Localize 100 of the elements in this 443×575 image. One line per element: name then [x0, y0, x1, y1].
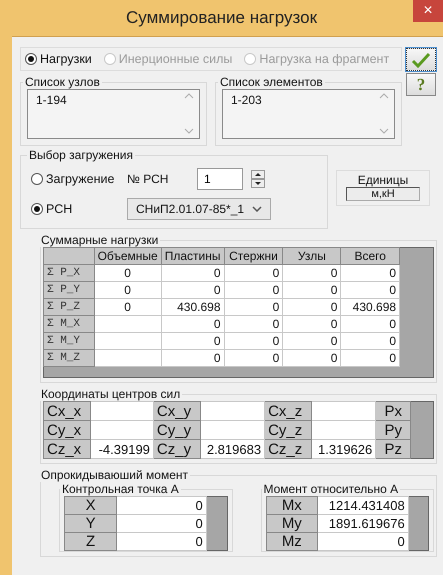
option-label: Нагрузка на фрагмент	[259, 52, 390, 66]
window-title: Суммирование нагрузок	[126, 8, 318, 28]
table-cell: 0	[340, 316, 400, 332]
check-icon	[411, 52, 431, 68]
table-cell	[200, 420, 265, 440]
table-cell: 1214.431408	[318, 496, 408, 514]
table-cell	[311, 402, 376, 420]
table-cell: 1891.619676	[318, 514, 408, 532]
column-header: Узлы	[282, 248, 341, 264]
help-button[interactable]: ?	[406, 73, 436, 96]
group-label: Координаты центров сил	[41, 387, 180, 401]
table-cell: 0	[224, 332, 283, 350]
option-label: РСН	[46, 202, 72, 216]
table-cell: 0	[116, 532, 206, 550]
row-header: Cy_y	[153, 420, 200, 440]
table-cell: 0	[340, 332, 400, 350]
row-header: Σ P_Z	[44, 298, 94, 316]
table-cell: 2.819683	[200, 440, 265, 458]
table-cell: 0	[116, 496, 206, 514]
row-header: Σ M_Z	[44, 350, 94, 366]
table-cell	[90, 402, 154, 420]
table-cell: 1.319626	[311, 440, 376, 458]
radio-button[interactable]	[31, 173, 43, 185]
row-header: My	[266, 514, 318, 532]
row-header: Cx_z	[264, 402, 312, 420]
units-field: м,кН	[346, 187, 420, 201]
header-cell	[44, 248, 94, 264]
table-cell	[200, 402, 265, 420]
row-header: Cx_x	[44, 402, 90, 420]
table-cell: 0	[282, 350, 341, 366]
row-header: Cz_z	[264, 440, 312, 458]
row-header: Cx_y	[153, 402, 200, 420]
table-cell: 0	[224, 350, 283, 366]
group-label: Контрольная точка А	[62, 482, 179, 496]
row-header: Px	[376, 402, 411, 420]
table-cell: 0	[224, 298, 283, 316]
column-header: Всего	[340, 248, 400, 264]
list-field[interactable]: 1-203	[222, 89, 395, 139]
table-cell: 0	[282, 298, 341, 316]
table-cell	[311, 420, 376, 440]
table-cell: 0	[224, 264, 283, 282]
table-cell: 0	[282, 282, 341, 298]
row-header: Σ P_X	[44, 264, 94, 282]
table-cell: 0	[282, 332, 341, 350]
option-label: Загружение	[46, 172, 114, 186]
table-cell: 430.698	[161, 298, 224, 316]
table-cell: 0	[161, 282, 224, 298]
row-header: Cy_x	[44, 420, 90, 440]
radio-button[interactable]	[31, 203, 43, 215]
apply-button[interactable]	[406, 48, 436, 71]
table-cell: 0	[94, 282, 162, 298]
group-label: Единицы	[358, 173, 408, 187]
table-cell: 0	[224, 316, 283, 332]
table-cell	[94, 350, 162, 366]
table-cell: 0	[318, 532, 408, 550]
combo-box[interactable]: СНиП2.01.07-85*_1	[127, 198, 271, 220]
table-cell: -4.39199	[90, 440, 154, 458]
table-cell: 0	[161, 316, 224, 332]
spin-buttons-icon[interactable]	[251, 170, 265, 188]
column-header: Объемные	[94, 248, 162, 264]
number-field[interactable]: 1	[197, 168, 243, 190]
group-label: Момент относительно А	[264, 482, 398, 496]
table-cell: 0	[94, 298, 162, 316]
group-label: Выбор загружения	[29, 148, 133, 162]
table-cell: 0	[224, 282, 283, 298]
row-header: X	[64, 496, 117, 514]
table-cell: 0	[340, 264, 400, 282]
table-cell: 0	[340, 350, 400, 366]
option-label: Инерционные силы	[118, 52, 232, 66]
option-label: Нагрузки	[40, 52, 92, 66]
row-header: Z	[64, 532, 117, 550]
list-field[interactable]: 1-194	[27, 89, 200, 139]
table-cell: 0	[282, 264, 341, 282]
group-label: Суммарные нагрузки	[41, 233, 158, 247]
table-cell: 0	[161, 332, 224, 350]
table-cell: 0	[161, 350, 224, 366]
table-cell	[90, 420, 154, 440]
table-cell: 430.698	[340, 298, 400, 316]
row-header: Cz_y	[153, 440, 200, 458]
row-header: Σ M_X	[44, 316, 94, 332]
row-header: Y	[64, 514, 117, 532]
row-header: Mz	[266, 532, 318, 550]
row-header: Pz	[376, 440, 411, 458]
row-header: Mx	[266, 496, 318, 514]
radio-button[interactable]	[25, 53, 37, 65]
column-header: Стержни	[224, 248, 283, 264]
row-header: Σ M_Y	[44, 332, 94, 350]
table-cell: 0	[94, 264, 162, 282]
group-label: Список элементов	[220, 75, 323, 89]
group-label: Список узлов	[25, 75, 100, 89]
table-cell: 0	[116, 514, 206, 532]
group-label: Опрокидываюший момент	[41, 468, 188, 482]
table-cell: 0	[282, 316, 341, 332]
row-header: Cz_x	[44, 440, 90, 458]
table-cell: 0	[161, 264, 224, 282]
close-button[interactable]: ×	[413, 0, 443, 22]
table-cell	[94, 332, 162, 350]
row-header: Σ P_Y	[44, 282, 94, 298]
row-header: Py	[376, 420, 411, 440]
column-header: Пластины	[161, 248, 224, 264]
